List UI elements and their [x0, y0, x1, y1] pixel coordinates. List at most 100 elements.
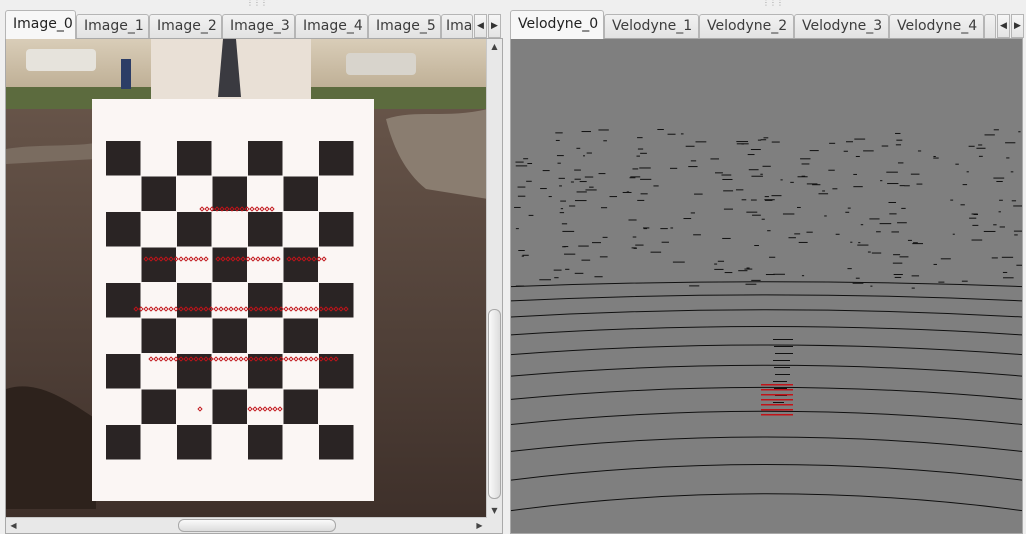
board-column-point — [774, 367, 790, 368]
far-point — [750, 199, 757, 201]
checker-square — [106, 425, 141, 460]
far-point — [855, 277, 860, 279]
far-point — [829, 142, 836, 144]
far-point — [518, 250, 525, 252]
far-point — [724, 272, 733, 274]
tab-velodyne-3[interactable]: Velodyne_3 — [794, 14, 889, 38]
checker-square — [248, 283, 283, 318]
board-column-point — [773, 339, 793, 340]
far-point — [555, 139, 560, 141]
tab-velodyne-4[interactable]: Velodyne_4 — [889, 14, 984, 38]
far-point — [628, 219, 637, 221]
far-point — [894, 276, 902, 278]
tab-image-2[interactable]: Image_2 — [149, 14, 222, 38]
far-point — [569, 205, 576, 207]
far-point — [694, 193, 703, 195]
far-point — [978, 155, 983, 157]
velodyne-tab-scroll-left-icon[interactable]: ◀ — [997, 14, 1010, 38]
far-point — [955, 163, 959, 165]
board-column-point — [775, 374, 790, 375]
far-point — [598, 173, 606, 175]
far-point — [976, 147, 986, 149]
tab-velodyne-2[interactable]: Velodyne_2 — [699, 14, 794, 38]
far-point — [670, 227, 674, 229]
far-point — [996, 180, 1003, 182]
far-point — [660, 228, 668, 230]
checker-square — [319, 141, 354, 176]
tab-image-3[interactable]: Image_3 — [222, 14, 295, 38]
tab-scroll-right-icon[interactable]: ▶ — [488, 14, 501, 38]
tab-velodyne-0[interactable]: Velodyne_0 — [510, 10, 604, 39]
scroll-up-icon[interactable]: ▲ — [488, 40, 501, 53]
image-horizontal-scrollbar[interactable]: ◀ ▶ — [6, 517, 487, 533]
scroll-down-icon[interactable]: ▼ — [488, 504, 501, 517]
far-point — [560, 208, 564, 210]
tab-image-4[interactable]: Image_4 — [295, 14, 368, 38]
scan-line — [511, 294, 1022, 302]
scan-line — [511, 410, 1022, 425]
far-point — [746, 211, 758, 213]
board-marker-point — [761, 384, 793, 386]
checker-square — [177, 141, 212, 176]
tab-image-5[interactable]: Image_5 — [368, 14, 441, 38]
far-point — [685, 145, 695, 147]
far-point — [897, 222, 907, 224]
image-vertical-scrollbar[interactable]: ▲ ▼ — [486, 39, 502, 518]
vertical-scroll-thumb[interactable] — [488, 309, 501, 499]
far-point — [688, 166, 698, 168]
far-point — [879, 223, 892, 225]
far-point — [818, 193, 829, 195]
far-point — [579, 181, 587, 183]
far-point — [1016, 264, 1022, 266]
far-point — [629, 177, 636, 179]
far-point — [583, 155, 586, 157]
far-points — [514, 129, 1022, 403]
board-column-point — [773, 381, 787, 382]
tab-velodyne-1[interactable]: Velodyne_1 — [604, 14, 699, 38]
far-point — [854, 138, 866, 140]
checker-square — [248, 425, 283, 460]
far-point — [556, 155, 564, 157]
far-point — [603, 140, 607, 142]
far-point — [574, 178, 581, 180]
tab-scroll-left-icon[interactable]: ◀ — [474, 14, 487, 38]
checker-square — [212, 389, 247, 424]
board-marker-point — [761, 389, 793, 391]
tab-image-0[interactable]: Image_0 — [5, 10, 76, 39]
point-cloud-view[interactable] — [510, 38, 1023, 534]
checker-square — [106, 141, 141, 176]
far-point — [907, 239, 912, 241]
scroll-right-icon[interactable]: ▶ — [473, 519, 486, 532]
far-point — [723, 208, 733, 210]
far-point — [782, 213, 795, 215]
far-point — [806, 231, 813, 233]
velodyne-tabbar: Velodyne_0 Velodyne_1 Velodyne_2 Velodyn… — [509, 10, 1026, 39]
far-point — [750, 149, 761, 151]
far-point — [895, 144, 902, 146]
checker-square — [141, 389, 176, 424]
tab-velodyne-5[interactable] — [984, 14, 996, 38]
board-marker-point — [761, 394, 793, 396]
velodyne-tab-scroll-right-icon[interactable]: ▶ — [1011, 14, 1024, 38]
tab-image-1[interactable]: Image_1 — [76, 14, 149, 38]
far-point — [828, 169, 835, 171]
far-point — [984, 134, 995, 136]
horizontal-scroll-thumb[interactable] — [178, 519, 336, 532]
far-point — [594, 276, 603, 278]
far-point — [757, 139, 762, 141]
far-point — [585, 189, 597, 191]
scroll-left-icon[interactable]: ◀ — [7, 519, 20, 532]
far-point — [751, 175, 763, 177]
far-point — [741, 199, 747, 201]
camera-image-view[interactable]: ▲ ▼ ◀ ▶ — [5, 38, 503, 534]
far-point — [794, 233, 801, 235]
far-point — [1011, 200, 1017, 202]
far-point — [630, 176, 641, 178]
far-point — [780, 179, 783, 181]
far-point — [773, 273, 785, 275]
far-point — [968, 145, 975, 147]
tab-image-6[interactable]: Imag — [441, 14, 473, 38]
far-point — [933, 263, 937, 265]
far-point — [850, 241, 853, 243]
far-point — [695, 141, 707, 143]
